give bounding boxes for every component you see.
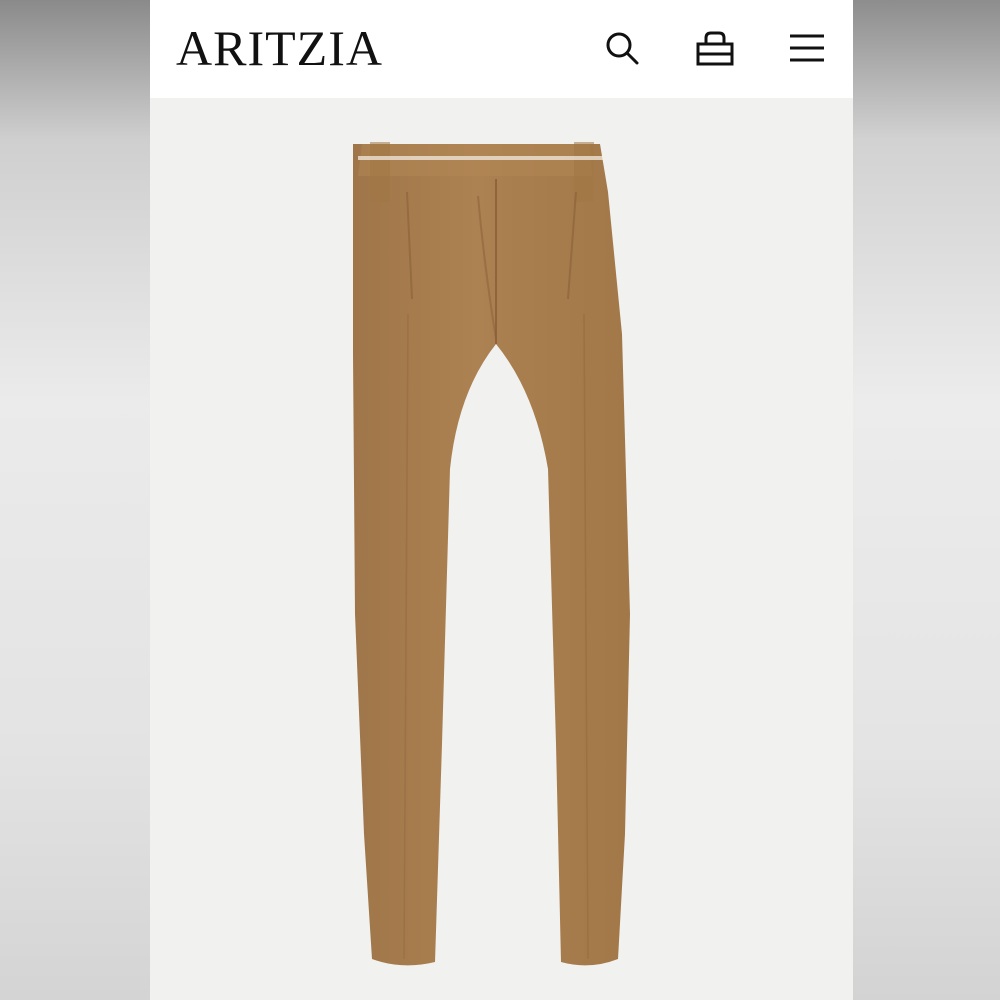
shopping-bag-icon <box>696 31 734 66</box>
site-header: ARITZIA <box>150 0 853 98</box>
mobile-page: ARITZIA <box>150 0 853 1000</box>
product-image[interactable] <box>330 134 660 974</box>
shopping-bag-button[interactable] <box>693 26 737 70</box>
menu-button[interactable] <box>785 26 829 70</box>
search-icon <box>606 32 639 65</box>
left-background-blur <box>0 0 150 1000</box>
right-background-blur <box>853 0 1000 1000</box>
menu-icon <box>790 34 824 62</box>
brand-logo[interactable]: ARITZIA <box>176 20 383 76</box>
search-button[interactable] <box>600 26 644 70</box>
product-image-area <box>150 98 853 1000</box>
